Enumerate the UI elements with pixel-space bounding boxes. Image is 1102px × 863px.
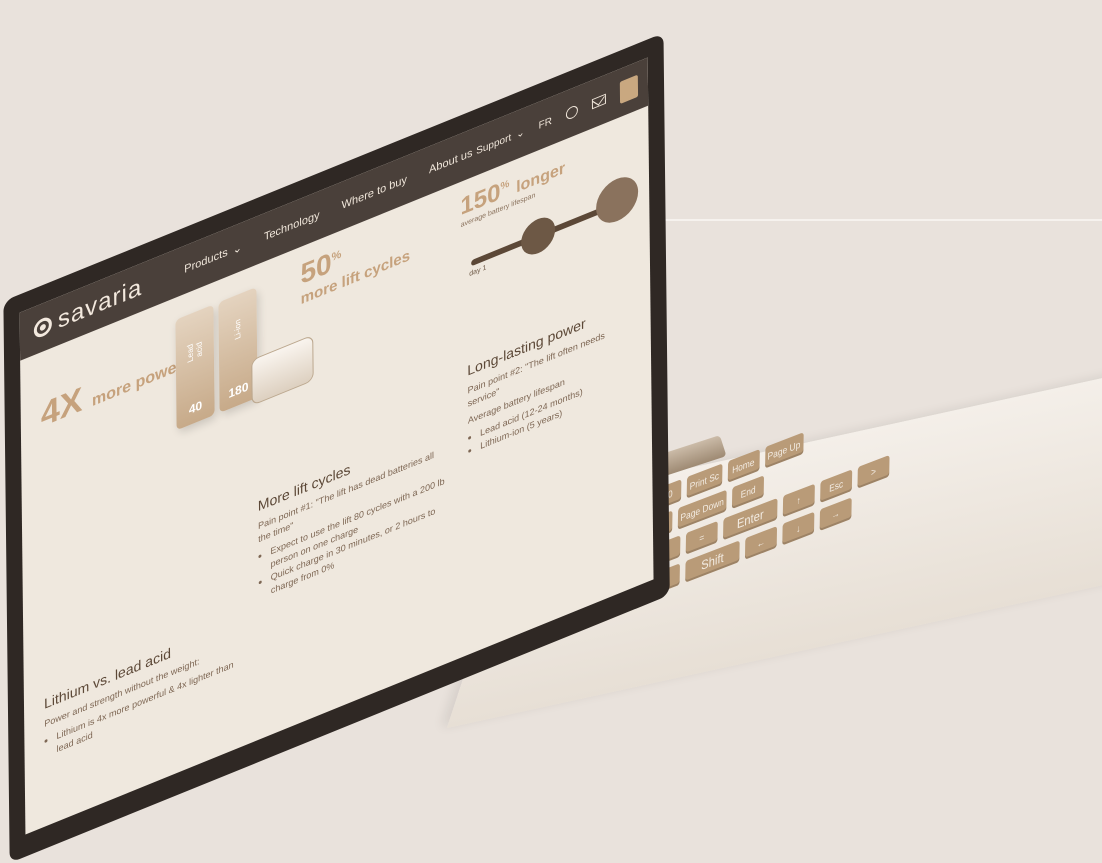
- nav-item-support[interactable]: Support ⌄: [476, 126, 525, 157]
- nav-item-products[interactable]: Products ⌄: [184, 240, 242, 276]
- lifespan-headline-sup: %: [500, 178, 510, 193]
- battery-value: 40: [188, 397, 203, 418]
- battery-label: Lead acid: [185, 340, 204, 364]
- background-divider-line: [655, 219, 1102, 221]
- feature-power-text: Lithium vs. lead acid Power and strength…: [44, 619, 235, 761]
- account-icon[interactable]: [565, 104, 579, 121]
- chevron-down-icon: ⌄: [516, 126, 525, 141]
- timeline-dot-li-ion: [595, 170, 639, 230]
- keyboard-key: ←: [744, 525, 778, 560]
- nav-item-label: About us: [428, 146, 473, 177]
- feature-lifespan-text: Long-lasting power Pain point #2: "The l…: [467, 294, 638, 458]
- timeline-dot-lead-acid: [520, 212, 556, 261]
- support-label: Support: [476, 131, 512, 157]
- timeline-start-label: day 1: [469, 264, 487, 279]
- nav-item-about-us[interactable]: About us: [429, 146, 473, 177]
- logo-mark-icon: [33, 314, 52, 341]
- power-headline-number: 4X: [40, 379, 83, 435]
- language-toggle[interactable]: FR: [539, 115, 552, 131]
- nav-item-where-to-buy[interactable]: Where to buy: [341, 173, 408, 213]
- battery-label: Li-ion: [233, 317, 243, 342]
- cycles-headline-sup: %: [331, 248, 342, 265]
- cart-button[interactable]: [619, 74, 639, 105]
- chevron-down-icon: ⌄: [232, 241, 242, 257]
- nav-item-technology[interactable]: Technology: [264, 208, 320, 244]
- mail-icon[interactable]: [591, 93, 606, 110]
- site-header: savaria Products ⌄ Technology Where to b…: [19, 57, 649, 361]
- keyboard-key: ↓: [782, 511, 815, 546]
- lift-device-image: [251, 334, 314, 406]
- keyboard-key: →: [819, 497, 852, 532]
- battery-lead-acid-image: Lead acid 40: [175, 304, 215, 431]
- nav-item-label: Products: [184, 246, 228, 276]
- feature-cycles-text: More lift cycles Pain point #1: "The lif…: [258, 421, 449, 603]
- nav-item-label: Technology: [263, 208, 320, 244]
- nav-item-label: Where to buy: [341, 173, 408, 213]
